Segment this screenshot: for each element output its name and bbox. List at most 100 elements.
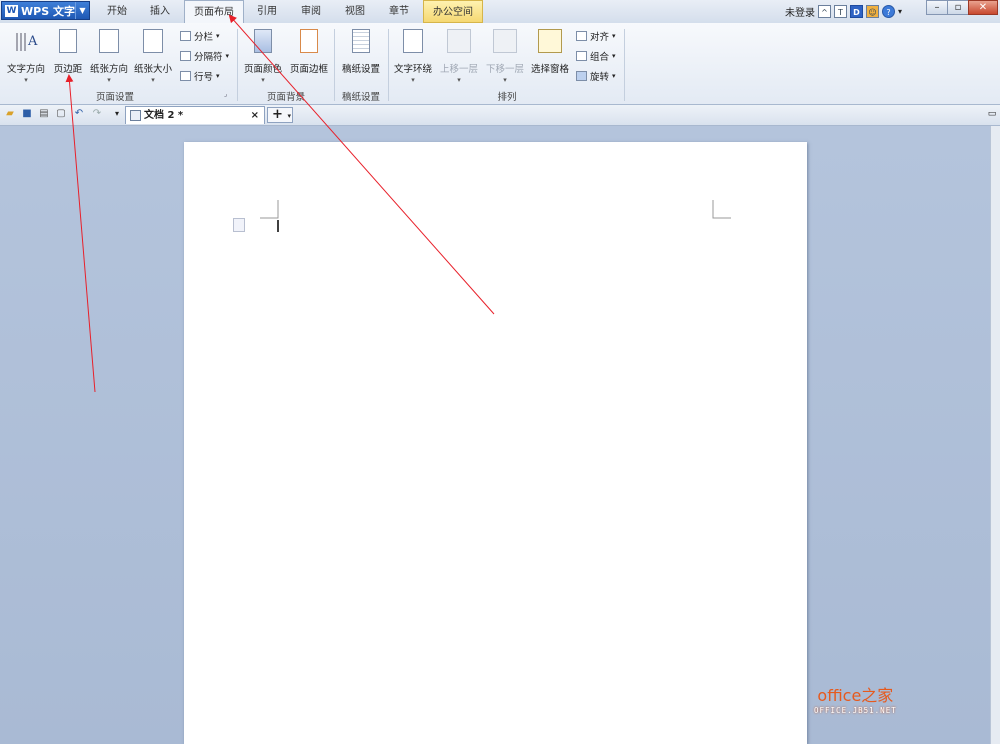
tab-references[interactable]: 引用	[248, 0, 286, 23]
line-numbers-button[interactable]: 行号 ▾	[180, 69, 220, 83]
svg-text:A: A	[27, 34, 38, 49]
watermark-sub: OFFICE.JB51.NET	[814, 706, 897, 715]
new-tab-button[interactable]: + ▾	[267, 107, 293, 123]
text-wrap-button[interactable]: 文字环绕 ▾	[392, 29, 434, 84]
chevron-down-icon: ▾	[261, 76, 265, 84]
text-direction-button[interactable]: A 文字方向 ▾	[4, 29, 48, 84]
orientation-button[interactable]: 纸张方向 ▾	[88, 29, 130, 84]
send-backward-button[interactable]: 下移一层 ▾	[483, 29, 527, 84]
skin-icon[interactable]: T	[834, 4, 847, 18]
margins-button[interactable]: 页边距	[50, 29, 86, 75]
bring-forward-icon	[447, 29, 471, 53]
tab-review[interactable]: 审阅	[292, 0, 330, 23]
group-icon	[576, 51, 587, 61]
login-status[interactable]: 未登录	[785, 4, 815, 19]
app-menu-button[interactable]: W WPS 文字 ▼	[1, 1, 90, 20]
group-separator	[388, 29, 389, 101]
tab-sections[interactable]: 章节	[380, 0, 418, 23]
menu-bar: W WPS 文字 ▼ 开始 插入 页面布局 引用 审阅 视图 章节 办公空间 未…	[0, 0, 1000, 24]
save-icon[interactable]: ■	[21, 108, 33, 120]
selection-pane-icon	[538, 29, 562, 53]
plus-icon: +	[272, 107, 283, 122]
send-backward-icon	[493, 29, 517, 53]
page-border-label: 页面边框	[289, 64, 328, 75]
help-dropdown-icon[interactable]: ▾	[898, 7, 902, 16]
chevron-down-icon: ▾	[24, 76, 28, 84]
align-button[interactable]: 对齐 ▾	[576, 29, 616, 43]
columns-icon	[180, 31, 191, 41]
collapse-ribbon-icon[interactable]: ^	[818, 4, 831, 18]
bring-forward-button[interactable]: 上移一层 ▾	[437, 29, 481, 84]
quick-access-dropdown-icon[interactable]: ▾	[111, 108, 123, 120]
dialog-launcher-icon[interactable]: ⌟	[224, 90, 227, 98]
page-setup-group-label: 页面设置	[95, 92, 134, 103]
columns-button[interactable]: 分栏 ▾	[180, 29, 220, 43]
vertical-scrollbar[interactable]	[990, 126, 1000, 744]
chevron-down-icon[interactable]: ▼	[75, 2, 89, 19]
close-window-button[interactable]: ✕	[968, 0, 998, 15]
rotate-icon	[576, 71, 587, 81]
document-tab[interactable]: 文档 2 * ×	[125, 106, 265, 124]
align-label: 对齐	[590, 32, 610, 43]
line-numbers-label: 行号	[194, 72, 214, 83]
selection-pane-button[interactable]: 选择窗格	[529, 29, 571, 75]
page-border-icon	[300, 29, 318, 53]
text-direction-icon: A	[14, 29, 38, 53]
paper-size-icon	[143, 29, 163, 53]
orientation-icon	[99, 29, 119, 53]
line-numbers-icon	[180, 71, 191, 81]
help-icon[interactable]: ?	[882, 4, 895, 18]
top-right-tools: 未登录 ^ T D ☺ ? ▾	[785, 3, 902, 19]
rotate-button[interactable]: 旋转 ▾	[576, 69, 616, 83]
breaks-button[interactable]: 分隔符 ▾	[180, 49, 229, 63]
chevron-down-icon[interactable]: ▾	[287, 112, 291, 120]
orientation-label: 纸张方向	[89, 64, 128, 75]
document-icon	[130, 110, 141, 121]
tab-page-layout[interactable]: 页面布局	[184, 0, 244, 24]
print-preview-icon[interactable]: ▢	[55, 108, 67, 120]
tab-start[interactable]: 开始	[98, 0, 136, 23]
page-color-label: 页面颜色	[243, 64, 282, 75]
text-wrap-icon	[403, 29, 423, 53]
document-tab-bar: ▰ ■ ▤ ▢ ↶ ↷ ▾ 文档 2 * × + ▾ ▭	[0, 105, 1000, 126]
restore-button[interactable]: ▫	[947, 0, 969, 15]
document-page[interactable]	[184, 142, 807, 744]
tab-list-icon[interactable]: ▭	[986, 108, 998, 120]
chevron-down-icon: ▾	[457, 76, 461, 84]
selection-pane-label: 选择窗格	[530, 64, 569, 75]
minimize-button[interactable]: –	[926, 0, 948, 15]
group-label: 组合	[590, 52, 610, 63]
page-corner-marks	[260, 200, 731, 232]
paragraph-marker-icon	[233, 218, 245, 232]
arrange-group-label: 排列	[497, 92, 517, 103]
bring-forward-label: 上移一层	[439, 64, 478, 75]
tab-office-space[interactable]: 办公空间	[423, 0, 483, 23]
site-watermark: office之家 OFFICE.JB51.NET	[814, 682, 897, 715]
manuscript-setup-button[interactable]: 稿纸设置	[338, 29, 384, 75]
margins-icon	[59, 29, 77, 53]
user-avatar-icon[interactable]: ☺	[866, 4, 879, 18]
rotate-label: 旋转	[590, 72, 610, 83]
tab-view[interactable]: 视图	[336, 0, 374, 23]
open-icon[interactable]: ▰	[4, 108, 16, 120]
group-separator	[237, 29, 238, 101]
group-objects-button[interactable]: 组合 ▾	[576, 49, 616, 63]
chevron-down-icon: ▾	[503, 76, 507, 84]
group-separator	[624, 29, 625, 101]
group-separator	[334, 29, 335, 101]
manuscript-setup-label: 稿纸设置	[341, 64, 380, 75]
send-backward-label: 下移一层	[485, 64, 524, 75]
page-border-button[interactable]: 页面边框	[288, 29, 330, 75]
text-wrap-label: 文字环绕	[393, 64, 432, 75]
app-name: WPS 文字	[21, 4, 75, 18]
tab-insert[interactable]: 插入	[141, 0, 179, 23]
cloud-d-icon[interactable]: D	[850, 4, 863, 18]
undo-icon[interactable]: ↶	[73, 108, 85, 120]
ribbon: A 文字方向 ▾ 页边距 纸张方向 ▾ 纸张大小 ▾ 分栏 ▾ 分隔符 ▾ 行号 ▾ …	[0, 23, 1000, 105]
redo-icon[interactable]: ↷	[91, 108, 103, 120]
print-icon[interactable]: ▤	[38, 108, 50, 120]
page-color-button[interactable]: 页面颜色 ▾	[241, 29, 285, 84]
chevron-down-icon: ▾	[107, 76, 111, 84]
close-tab-icon[interactable]: ×	[251, 107, 259, 124]
paper-size-button[interactable]: 纸张大小 ▾	[132, 29, 174, 84]
